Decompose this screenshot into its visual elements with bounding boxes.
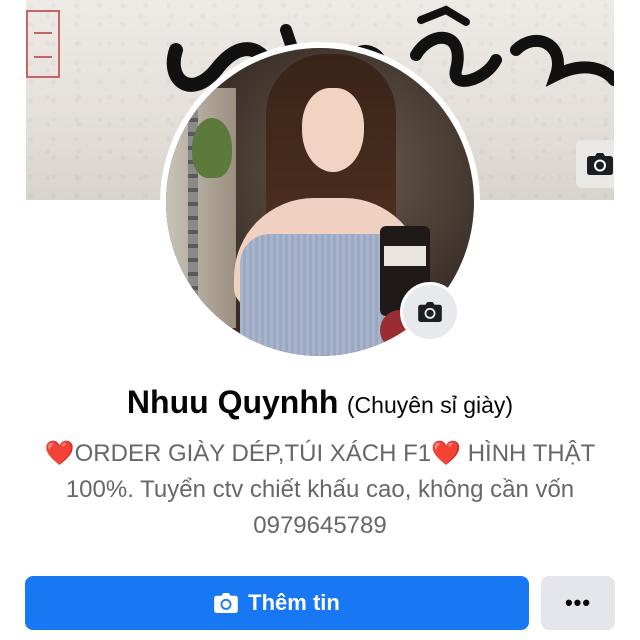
heart-icon: ❤️ xyxy=(44,440,75,467)
profile-bio: ❤️ORDER GIÀY DÉP,TÚI XÁCH F1❤️ HÌNH THẬT… xyxy=(20,436,620,544)
camera-icon xyxy=(587,153,613,175)
camera-icon xyxy=(214,593,238,613)
profile-alternate-name: (Chuyên sỉ giày) xyxy=(346,392,514,418)
bio-line-3: 0979645789 xyxy=(253,512,387,539)
camera-icon xyxy=(418,302,442,322)
bio-line-2: 100%. Tuyển ctv chiết khấu cao, không cầ… xyxy=(65,476,575,503)
add-story-label: Thêm tin xyxy=(248,590,340,615)
more-dots-icon: ••• xyxy=(564,590,592,615)
more-options-button[interactable]: ••• xyxy=(541,576,615,630)
profile-name-row: Nhuu Quynhh (Chuyên sỉ giày) xyxy=(0,384,640,421)
edit-avatar-button[interactable] xyxy=(400,282,460,342)
add-story-button[interactable]: Thêm tin xyxy=(25,576,529,630)
heart-icon: ❤️ xyxy=(431,440,462,467)
profile-name: Nhuu Quynhh xyxy=(126,384,339,420)
bio-line-1: ❤️ORDER GIÀY DÉP,TÚI XÁCH F1❤️ HÌNH THẬT xyxy=(44,440,596,467)
edit-cover-button[interactable] xyxy=(576,140,614,188)
